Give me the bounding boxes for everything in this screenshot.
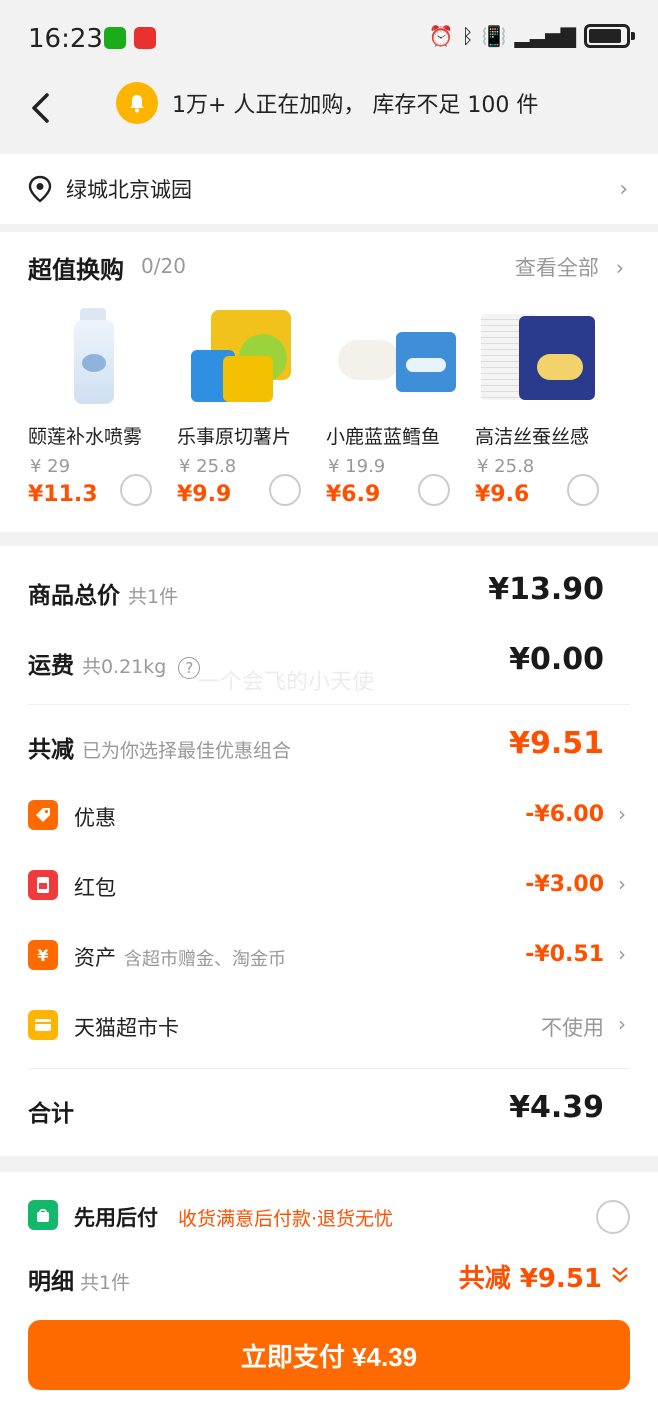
shipping-value: ¥0.00 — [509, 642, 604, 677]
payment-area: 先用后付 收货满意后付款·退货无忧 明细 共1件 共减 ¥9.51 立即支付 ¥4… — [0, 1172, 658, 1416]
back-button[interactable] — [20, 86, 60, 130]
discount-label: 优惠 — [74, 806, 116, 830]
detail-total[interactable]: 共减 ¥9.51 — [459, 1258, 602, 1295]
discount-value: 不使用 — [541, 1016, 604, 1040]
product-image-fish — [326, 304, 474, 408]
select-radio[interactable] — [418, 474, 450, 506]
goods-total-value: ¥13.90 — [488, 572, 604, 607]
chevron-right-icon: › — [618, 1012, 626, 1036]
bluetooth-icon: ᛒ — [461, 24, 474, 48]
detail-count: 共1件 — [80, 1272, 131, 1294]
bell-icon — [116, 82, 158, 124]
taobao-icon — [134, 27, 156, 49]
deal-item[interactable]: 高洁丝蚕丝感 ¥ 25.8 ¥9.6 — [475, 304, 623, 507]
battery-level — [589, 29, 621, 43]
product-name: 高洁丝蚕丝感 — [475, 426, 590, 448]
pay-now-button[interactable]: 立即支付 ¥4.39 — [28, 1320, 630, 1390]
address-row[interactable]: 绿城北京诚园 › — [0, 154, 658, 224]
battery-icon — [584, 24, 635, 48]
divider — [28, 1068, 630, 1069]
bnpl-label: 先用后付 — [74, 1206, 158, 1230]
goods-total-label: 商品总价 共1件 — [28, 583, 179, 609]
total-label: 合计 — [28, 1101, 74, 1127]
product-original-price: ¥ 25.8 — [477, 456, 535, 477]
product-name: 颐莲补水喷雾 — [28, 426, 143, 448]
status-time: 16:23 — [28, 24, 103, 54]
vibrate-icon: 📳 — [481, 24, 507, 48]
deal-item-partial[interactable]: 好 ¥ ¥ — [624, 304, 658, 408]
yen-icon: ¥ — [28, 940, 58, 970]
chevron-down-icon[interactable] — [610, 1264, 630, 1289]
bnpl-description: 收货满意后付款·退货无忧 — [178, 1208, 394, 1230]
product-original-price: ¥ 29 — [30, 456, 71, 477]
signal-icon: ▂▃▅▇ — [514, 24, 576, 48]
address-text: 绿城北京诚园 — [66, 178, 192, 202]
product-deal-price: ¥11.3 — [28, 482, 98, 507]
product-original-price: ¥ 19.9 — [328, 456, 386, 477]
shopping-bag-icon — [28, 1200, 58, 1230]
order-summary: 商品总价 共1件 ¥13.90 运费 共0.21kg ? ¥0.00 共减 已为你选择… — [0, 546, 658, 1156]
reduce-label: 共减 已为你选择最佳优惠组合 — [28, 737, 292, 763]
product-image-spray — [28, 304, 176, 408]
status-icons: ⏰ ᛒ 📳 ▂▃▅▇ — [428, 24, 635, 48]
watermark: 一个会飞的小天使 — [198, 670, 375, 695]
discount-sub: 含超市赠金、淘金币 — [124, 949, 286, 970]
location-pin-icon — [28, 175, 52, 203]
chevron-right-icon: › — [615, 256, 624, 280]
product-deal-price: ¥9.9 — [177, 482, 232, 507]
notice-text: 1万+ 人正在加购， 库存不足 100 件 — [172, 93, 539, 118]
alarm-icon: ⏰ — [428, 24, 454, 48]
bnpl-radio[interactable] — [596, 1200, 630, 1234]
product-image-pads — [475, 304, 623, 408]
tag-icon — [28, 800, 58, 830]
detail-label: 明细 共1件 — [28, 1269, 131, 1295]
reduce-value: ¥9.51 — [509, 726, 604, 761]
wechat-icon — [104, 27, 126, 49]
product-deal-price: ¥9.6 — [475, 482, 530, 507]
shipping-weight: 共0.21kg — [82, 656, 167, 678]
shipping-label: 运费 共0.21kg ? — [28, 646, 201, 680]
chevron-right-icon: › — [618, 942, 626, 966]
product-original-price: ¥ 25.8 — [179, 456, 237, 477]
deals-section: 超值换购 0/20 查看全部 › 颐莲补水喷雾 ¥ 29 ¥11.3 乐事原切薯… — [0, 232, 658, 532]
goods-count: 共1件 — [128, 586, 179, 608]
discount-label: 资产 含超市赠金、淘金币 — [74, 946, 286, 970]
top-nav: 1万+ 人正在加购， 库存不足 100 件 — [0, 78, 658, 152]
total-value: ¥4.39 — [509, 1090, 604, 1125]
view-all-link[interactable]: 查看全部 › — [515, 252, 624, 282]
deal-item[interactable]: 颐莲补水喷雾 ¥ 29 ¥11.3 — [28, 304, 176, 507]
reduce-sub: 已为你选择最佳优惠组合 — [82, 740, 292, 762]
back-arrow-icon — [32, 93, 49, 123]
view-all-label: 查看全部 — [514, 256, 599, 280]
chevron-right-icon: › — [618, 802, 626, 826]
product-image — [624, 304, 658, 408]
discount-label: 天猫超市卡 — [74, 1016, 179, 1040]
stock-notice: 1万+ 人正在加购， 库存不足 100 件 — [116, 82, 538, 124]
chevron-right-icon: › — [618, 872, 626, 896]
product-name: 小鹿蓝蓝鳕鱼 — [326, 426, 441, 448]
select-radio[interactable] — [120, 474, 152, 506]
discount-value: -¥0.51 — [525, 942, 604, 967]
select-radio[interactable] — [567, 474, 599, 506]
deals-title: 超值换购 — [28, 256, 124, 284]
discount-label: 红包 — [74, 876, 116, 900]
product-name: 乐事原切薯片 — [177, 426, 292, 448]
card-icon — [28, 1010, 58, 1040]
chevron-right-icon: › — [619, 176, 628, 202]
red-envelope-icon — [28, 870, 58, 900]
product-image-chips — [177, 304, 325, 408]
product-deal-price: ¥6.9 — [326, 482, 381, 507]
status-bar: 16:23 ⏰ ᛒ 📳 ▂▃▅▇ — [0, 0, 658, 78]
deal-item[interactable]: 小鹿蓝蓝鳕鱼 ¥ 19.9 ¥6.9 — [326, 304, 474, 507]
discount-value: -¥3.00 — [525, 872, 604, 897]
select-radio[interactable] — [269, 474, 301, 506]
discount-value: -¥6.00 — [525, 802, 604, 827]
deal-item[interactable]: 乐事原切薯片 ¥ 25.8 ¥9.9 — [177, 304, 325, 507]
deals-count: 0/20 — [141, 254, 186, 278]
divider — [28, 704, 630, 705]
